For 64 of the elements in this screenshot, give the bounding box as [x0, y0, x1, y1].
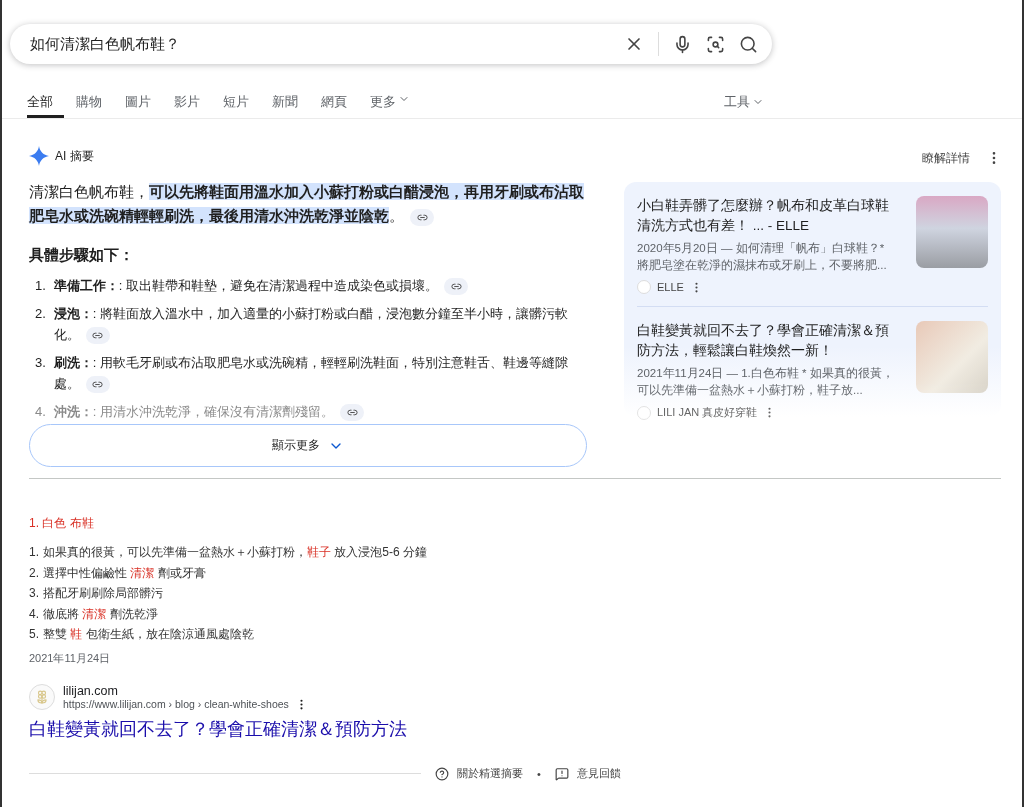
- item-number: 5.: [29, 626, 39, 643]
- step-number: 2.: [35, 305, 46, 323]
- search-field[interactable]: 如何清潔白色帆布鞋？: [10, 24, 772, 64]
- photo-placeholder: [916, 196, 988, 268]
- ai-overview-title: AI 摘要: [55, 147, 94, 165]
- photo-placeholder: [916, 321, 988, 393]
- steps-heading: 具體步驟如下：: [29, 246, 135, 265]
- step-text: 沖洗：: 用清水沖洗乾淨，確保沒有清潔劑殘留。: [53, 401, 365, 422]
- result-title-link[interactable]: 白鞋變黃就回不去了？學會正確清潔＆預防方法: [29, 716, 729, 741]
- summary-text: 清潔白色帆布鞋，可以先將鞋面用溫水加入小蘇打粉或白醋浸泡，再用牙刷或布沾取肥皂水或洗碗精輕輕刷洗，最後用清水沖洗乾淨並陰乾。: [29, 182, 585, 228]
- learn-more-link[interactable]: 瞭解詳情: [922, 150, 970, 167]
- tab[interactable]: 影片: [174, 86, 211, 118]
- step-text: 準備工作：: 取出鞋帶和鞋墊，避免在清潔過程中造成染色或損壞。: [53, 275, 469, 296]
- step-number: 1.: [35, 277, 46, 295]
- source-snippet: 2021年11月24日 — 1.白色布鞋 * 如果真的很黃，可以先準備一盆熱水＋小蘇打粉，鞋子放...: [637, 366, 895, 398]
- tools-button[interactable]: 工具: [724, 93, 764, 111]
- source-snippet: 2020年5月20日 — 如何清理「帆布」白球鞋？* 將肥皂塗在乾淨的濕抹布或牙刷上，不要將肥...: [637, 241, 888, 273]
- tab[interactable]: 更多: [370, 86, 421, 118]
- source-site-name: ELLE: [657, 281, 684, 293]
- snippet-item-text: 如果真的很黃，可以先準備一盆熱水＋小蘇打粉，鞋子 放入浸泡5-6 分鐘: [43, 544, 428, 561]
- source-title-link[interactable]: 小白鞋弄髒了怎麼辦？帆布和皮革白球鞋清洗方式也有差！ ... - ELLE: [637, 196, 898, 236]
- snippet-date: 2021年11月24日: [29, 650, 112, 666]
- step-number: 3.: [35, 354, 46, 372]
- show-more-button[interactable]: 顯示更多: [29, 424, 587, 467]
- link-button[interactable]: [340, 404, 365, 422]
- search-input[interactable]: 如何清潔白色帆布鞋？: [28, 34, 610, 54]
- tab[interactable]: 全部: [27, 86, 64, 118]
- sparkle-icon: [29, 146, 49, 166]
- tab[interactable]: 網頁: [321, 86, 358, 118]
- step-text: 刷洗：: 用軟毛牙刷或布沾取肥皂水或洗碗精，輕輕刷洗鞋面，特別注意鞋舌、鞋邊等縫隙處。: [53, 352, 589, 394]
- separator-dot: •: [537, 767, 541, 780]
- microphone-button[interactable]: [673, 34, 692, 54]
- flower-icon: [29, 684, 55, 710]
- step-number: 4.: [35, 403, 46, 421]
- site-name: lilijan.com: [63, 683, 119, 698]
- link-button[interactable]: [410, 208, 434, 226]
- snippet-item-text: 選擇中性偏鹼性 清潔 劑或牙膏: [43, 564, 206, 582]
- tab[interactable]: 新聞: [272, 86, 309, 118]
- feedback-link[interactable]: 意見回饋: [576, 766, 621, 781]
- about-snippet-link[interactable]: 關於精選摘要: [457, 766, 523, 781]
- link-button[interactable]: [444, 278, 469, 296]
- help-icon: [435, 766, 449, 781]
- search-button[interactable]: [739, 34, 758, 54]
- tab[interactable]: 短片: [223, 86, 260, 118]
- source-title-link[interactable]: 白鞋變黃就回不去了？學會正確清潔＆預防方法，輕鬆讓白鞋煥然一新！: [637, 321, 898, 361]
- source-site-name: LILI JAN 真皮好穿鞋: [657, 405, 758, 420]
- tab[interactable]: 購物: [76, 86, 113, 118]
- tab[interactable]: 圖片: [125, 86, 162, 118]
- link-button[interactable]: [85, 376, 110, 394]
- snippet-item-text: 搭配牙刷刷除局部髒污: [43, 585, 163, 602]
- camera-search-button[interactable]: [706, 34, 725, 54]
- item-number: 4.: [29, 605, 39, 623]
- snippet-item-text: 整雙 鞋 包衛生紙，放在陰涼通風處陰乾: [43, 626, 254, 643]
- item-number: 1.: [29, 544, 39, 561]
- snippet-heading: 1. 白色 布鞋: [29, 515, 95, 532]
- link-button[interactable]: [85, 327, 110, 345]
- item-number: 2.: [29, 564, 39, 582]
- site-favicon-icon: [637, 405, 651, 420]
- site-url: https://www.lilijan.com › blog › clean-white-shoes: [63, 698, 289, 710]
- item-number: 3.: [29, 585, 39, 602]
- feedback-icon: [554, 766, 569, 781]
- site-favicon-icon: [637, 280, 651, 294]
- snippet-item-text: 徹底將 清潔 劑洗乾淨: [43, 605, 158, 623]
- step-text: 浸泡：: 將鞋面放入溫水中，加入適量的小蘇打粉或白醋，浸泡數分鐘至半小時，讓髒污軟化。: [53, 303, 589, 345]
